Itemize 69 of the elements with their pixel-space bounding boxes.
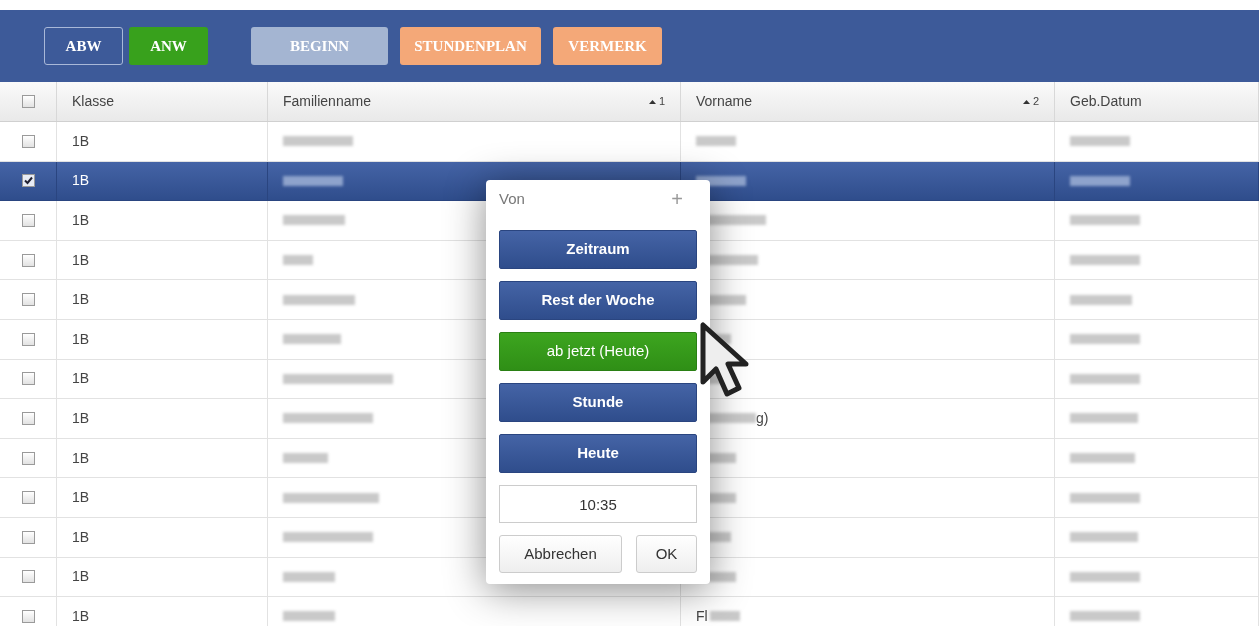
column-header[interactable]: Familienname 1: [268, 82, 681, 121]
option-button[interactable]: Rest der Woche: [499, 281, 697, 320]
table-cell-text: 1B: [72, 250, 90, 270]
checkbox[interactable]: [21, 332, 35, 346]
table-cell-text: 1B: [72, 527, 90, 547]
column-header[interactable]: Klasse: [57, 82, 268, 121]
blurred-text: [283, 136, 353, 147]
blurred-text: [283, 175, 343, 186]
checkbox[interactable]: [21, 174, 35, 188]
checkbox[interactable]: [21, 570, 35, 584]
blurred-text: [1070, 334, 1140, 345]
option-button[interactable]: Stunde: [499, 383, 697, 422]
blurred-text: [283, 334, 341, 345]
popup-title: Von: [499, 188, 525, 209]
table-cell-text: 1B: [72, 606, 90, 626]
table-cell-text: g): [756, 408, 769, 428]
option-button[interactable]: Zeitraum: [499, 230, 697, 269]
blurred-text: [1070, 373, 1140, 384]
option-button[interactable]: Heute: [499, 434, 697, 473]
checkbox[interactable]: [21, 609, 35, 623]
blurred-text: [1070, 413, 1138, 424]
time-field[interactable]: 10:35: [499, 485, 697, 523]
checkbox[interactable]: [21, 95, 35, 108]
checkbox[interactable]: [21, 372, 35, 386]
ok-button[interactable]: OK: [636, 535, 697, 573]
table-cell-text: 1B: [72, 131, 90, 151]
checkbox[interactable]: [21, 451, 35, 465]
blurred-text: [283, 611, 335, 622]
table-cell-text: 1B: [72, 408, 90, 428]
blurred-text: [1070, 611, 1140, 622]
cancel-button[interactable]: Abbrechen: [499, 535, 622, 573]
table-cell-text: Fl: [696, 606, 708, 626]
table-cell-text: 1B: [72, 488, 90, 508]
blurred-text: [283, 294, 355, 305]
checkbox[interactable]: [21, 530, 35, 544]
sort-up-icon: [1022, 99, 1030, 104]
blurred-text: [1070, 294, 1132, 305]
option-button[interactable]: ab jetzt (Heute): [499, 332, 697, 371]
blurred-text: [696, 136, 736, 147]
table-cell-text: 1B: [72, 567, 90, 587]
blurred-text: [1070, 571, 1140, 582]
blurred-text: [283, 255, 313, 266]
blurred-text: [283, 571, 335, 582]
blurred-text: [709, 611, 740, 622]
blurred-text: [1070, 453, 1135, 464]
blurred-text: [1070, 492, 1140, 503]
table-cell-text: 1B: [72, 171, 90, 191]
blurred-text: [1070, 136, 1130, 147]
checkbox[interactable]: [21, 293, 35, 307]
checkbox[interactable]: [21, 253, 35, 267]
column-header[interactable]: Geb.Datum: [1055, 82, 1259, 121]
table-cell-text: 1B: [72, 211, 90, 230]
toolbar-button[interactable]: ABW: [44, 27, 123, 65]
blurred-text: [1070, 175, 1130, 186]
table-cell-text: 1B: [72, 290, 90, 310]
checkbox[interactable]: [21, 214, 35, 227]
blurred-text: [1070, 255, 1140, 266]
table-cell-text: 1B: [72, 369, 90, 389]
table-cell-text: 1B: [72, 329, 90, 349]
checkbox[interactable]: [21, 134, 35, 148]
sort-up-icon: [648, 99, 656, 104]
blurred-text: [1070, 215, 1140, 226]
column-header[interactable]: Vorname 2: [681, 82, 1055, 121]
blurred-text: [1070, 532, 1138, 543]
blurred-text: [283, 453, 328, 464]
table-cell-text: 1B: [72, 448, 90, 468]
blurred-text: [283, 215, 345, 226]
checkbox[interactable]: [21, 491, 35, 505]
checkbox[interactable]: [21, 411, 35, 425]
